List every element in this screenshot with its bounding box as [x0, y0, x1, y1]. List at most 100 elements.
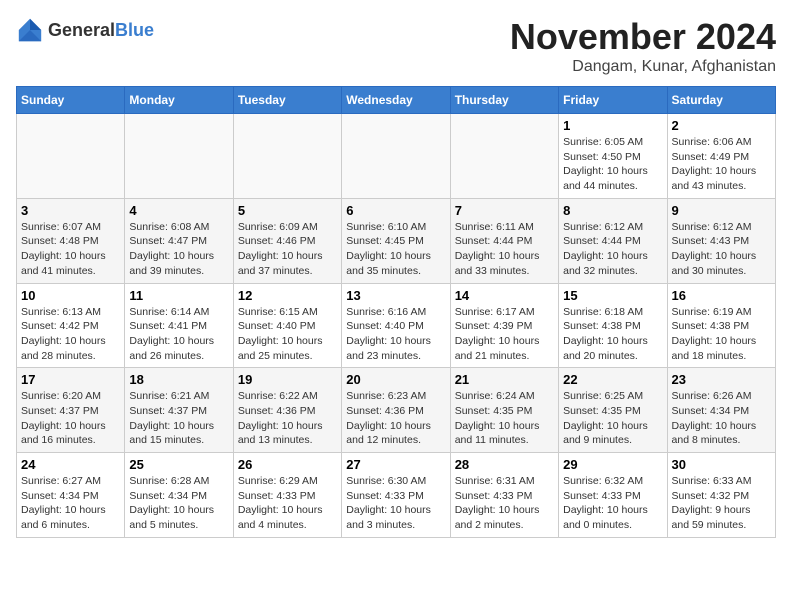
day-info: Sunrise: 6:16 AM Sunset: 4:40 PM Dayligh… [346, 305, 445, 364]
weekday-header-row: SundayMondayTuesdayWednesdayThursdayFrid… [17, 87, 776, 114]
calendar-cell: 1Sunrise: 6:05 AM Sunset: 4:50 PM Daylig… [559, 114, 667, 199]
day-number: 3 [21, 203, 120, 218]
calendar-week-3: 10 Sunrise: 6:13 AM Sunset: 4:42 PM Dayli… [17, 283, 776, 368]
day-number: 23 [672, 372, 771, 387]
day-info: Sunrise: 6:22 AM Sunset: 4:36 PM Dayligh… [238, 389, 337, 448]
day-number: 9 [672, 203, 771, 218]
day-number: 17 [21, 372, 120, 387]
logo-text: GeneralBlue [48, 20, 154, 41]
day-info: Sunrise: 6:10 AM Sunset: 4:45 PM Dayligh… [346, 220, 445, 279]
day-info: Sunrise: 6:30 AM Sunset: 4:33 PM Dayligh… [346, 474, 445, 533]
day-number: 15 [563, 288, 662, 303]
day-info: Sunrise: 6:12 AM Sunset: 4:43 PM Dayligh… [672, 220, 771, 279]
day-info: Sunrise: 6:28 AM Sunset: 4:34 PM Dayligh… [129, 474, 228, 533]
day-number: 11 [129, 288, 228, 303]
calendar-cell: 6 Sunrise: 6:10 AM Sunset: 4:45 PM Daylig… [342, 198, 450, 283]
day-info: Sunrise: 6:12 AM Sunset: 4:44 PM Dayligh… [563, 220, 662, 279]
logo: GeneralBlue [16, 16, 154, 44]
calendar-cell: 30 Sunrise: 6:33 AM Sunset: 4:32 PM Dayli… [667, 453, 775, 538]
weekday-header-saturday: Saturday [667, 87, 775, 114]
calendar-cell: 8 Sunrise: 6:12 AM Sunset: 4:44 PM Daylig… [559, 198, 667, 283]
weekday-header-monday: Monday [125, 87, 233, 114]
day-number: 19 [238, 372, 337, 387]
calendar-cell: 12Sunrise: 6:15 AM Sunset: 4:40 PM Dayli… [233, 283, 341, 368]
day-number: 29 [563, 457, 662, 472]
day-info: Sunrise: 6:20 AM Sunset: 4:37 PM Dayligh… [21, 389, 120, 448]
day-number: 21 [455, 372, 554, 387]
calendar-cell: 9 Sunrise: 6:12 AM Sunset: 4:43 PM Daylig… [667, 198, 775, 283]
calendar-cell: 27 Sunrise: 6:30 AM Sunset: 4:33 PM Dayli… [342, 453, 450, 538]
calendar-table: SundayMondayTuesdayWednesdayThursdayFrid… [16, 86, 776, 538]
calendar-cell: 7 Sunrise: 6:11 AM Sunset: 4:44 PM Daylig… [450, 198, 558, 283]
calendar-cell: 29 Sunrise: 6:32 AM Sunset: 4:33 PM Dayli… [559, 453, 667, 538]
day-number: 18 [129, 372, 228, 387]
day-info: Sunrise: 6:23 AM Sunset: 4:36 PM Dayligh… [346, 389, 445, 448]
day-info: Sunrise: 6:18 AM Sunset: 4:38 PM Dayligh… [563, 305, 662, 364]
day-info: Sunrise: 6:13 AM Sunset: 4:42 PM Dayligh… [21, 305, 120, 364]
page-header: GeneralBlue November 2024 Dangam, Kunar,… [16, 16, 776, 76]
day-info: Sunrise: 6:19 AM Sunset: 4:38 PM Dayligh… [672, 305, 771, 364]
calendar-cell: 26 Sunrise: 6:29 AM Sunset: 4:33 PM Dayli… [233, 453, 341, 538]
calendar-cell [450, 114, 558, 199]
calendar-cell: 11 Sunrise: 6:14 AM Sunset: 4:41 PM Dayli… [125, 283, 233, 368]
day-number: 5 [238, 203, 337, 218]
title-block: November 2024 Dangam, Kunar, Afghanistan [510, 16, 776, 76]
weekday-header-friday: Friday [559, 87, 667, 114]
day-number: 30 [672, 457, 771, 472]
logo-icon [16, 16, 44, 44]
day-number: 25 [129, 457, 228, 472]
day-info: Sunrise: 6:09 AM Sunset: 4:46 PM Dayligh… [238, 220, 337, 279]
calendar-cell: 2Sunrise: 6:06 AM Sunset: 4:49 PM Daylig… [667, 114, 775, 199]
day-info: Sunrise: 6:11 AM Sunset: 4:44 PM Dayligh… [455, 220, 554, 279]
calendar-cell: 15 Sunrise: 6:18 AM Sunset: 4:38 PM Dayli… [559, 283, 667, 368]
month-title: November 2024 [510, 16, 776, 58]
calendar-week-2: 3 Sunrise: 6:07 AM Sunset: 4:48 PM Daylig… [17, 198, 776, 283]
day-info: Sunrise: 6:06 AM Sunset: 4:49 PM Dayligh… [672, 135, 771, 194]
calendar-cell: 23 Sunrise: 6:26 AM Sunset: 4:34 PM Dayli… [667, 368, 775, 453]
weekday-header-tuesday: Tuesday [233, 87, 341, 114]
calendar-cell: 13Sunrise: 6:16 AM Sunset: 4:40 PM Dayli… [342, 283, 450, 368]
calendar-cell [342, 114, 450, 199]
calendar-cell: 10 Sunrise: 6:13 AM Sunset: 4:42 PM Dayli… [17, 283, 125, 368]
day-number: 27 [346, 457, 445, 472]
calendar-cell: 24Sunrise: 6:27 AM Sunset: 4:34 PM Dayli… [17, 453, 125, 538]
day-info: Sunrise: 6:26 AM Sunset: 4:34 PM Dayligh… [672, 389, 771, 448]
day-number: 8 [563, 203, 662, 218]
day-number: 22 [563, 372, 662, 387]
day-number: 6 [346, 203, 445, 218]
calendar-cell: 16 Sunrise: 6:19 AM Sunset: 4:38 PM Dayli… [667, 283, 775, 368]
day-number: 20 [346, 372, 445, 387]
calendar-cell: 20 Sunrise: 6:23 AM Sunset: 4:36 PM Dayli… [342, 368, 450, 453]
calendar-cell: 18 Sunrise: 6:21 AM Sunset: 4:37 PM Dayli… [125, 368, 233, 453]
day-info: Sunrise: 6:05 AM Sunset: 4:50 PM Dayligh… [563, 135, 662, 194]
day-info: Sunrise: 6:24 AM Sunset: 4:35 PM Dayligh… [455, 389, 554, 448]
day-number: 26 [238, 457, 337, 472]
day-info: Sunrise: 6:29 AM Sunset: 4:33 PM Dayligh… [238, 474, 337, 533]
day-number: 7 [455, 203, 554, 218]
day-info: Sunrise: 6:27 AM Sunset: 4:34 PM Dayligh… [21, 474, 120, 533]
day-info: Sunrise: 6:07 AM Sunset: 4:48 PM Dayligh… [21, 220, 120, 279]
calendar-week-1: 1Sunrise: 6:05 AM Sunset: 4:50 PM Daylig… [17, 114, 776, 199]
calendar-week-5: 24Sunrise: 6:27 AM Sunset: 4:34 PM Dayli… [17, 453, 776, 538]
day-number: 12 [238, 288, 337, 303]
day-info: Sunrise: 6:25 AM Sunset: 4:35 PM Dayligh… [563, 389, 662, 448]
day-number: 28 [455, 457, 554, 472]
day-info: Sunrise: 6:32 AM Sunset: 4:33 PM Dayligh… [563, 474, 662, 533]
calendar-cell: 22 Sunrise: 6:25 AM Sunset: 4:35 PM Dayli… [559, 368, 667, 453]
calendar-cell: 28 Sunrise: 6:31 AM Sunset: 4:33 PM Dayli… [450, 453, 558, 538]
day-number: 10 [21, 288, 120, 303]
day-info: Sunrise: 6:33 AM Sunset: 4:32 PM Dayligh… [672, 474, 771, 533]
day-info: Sunrise: 6:17 AM Sunset: 4:39 PM Dayligh… [455, 305, 554, 364]
calendar-cell: 17 Sunrise: 6:20 AM Sunset: 4:37 PM Dayli… [17, 368, 125, 453]
calendar-cell: 19 Sunrise: 6:22 AM Sunset: 4:36 PM Dayli… [233, 368, 341, 453]
day-number: 14 [455, 288, 554, 303]
location-title: Dangam, Kunar, Afghanistan [510, 58, 776, 76]
calendar-cell: 5 Sunrise: 6:09 AM Sunset: 4:46 PM Daylig… [233, 198, 341, 283]
weekday-header-thursday: Thursday [450, 87, 558, 114]
day-info: Sunrise: 6:14 AM Sunset: 4:41 PM Dayligh… [129, 305, 228, 364]
day-number: 16 [672, 288, 771, 303]
calendar-cell [233, 114, 341, 199]
day-info: Sunrise: 6:31 AM Sunset: 4:33 PM Dayligh… [455, 474, 554, 533]
day-info: Sunrise: 6:21 AM Sunset: 4:37 PM Dayligh… [129, 389, 228, 448]
calendar-cell: 14 Sunrise: 6:17 AM Sunset: 4:39 PM Dayli… [450, 283, 558, 368]
